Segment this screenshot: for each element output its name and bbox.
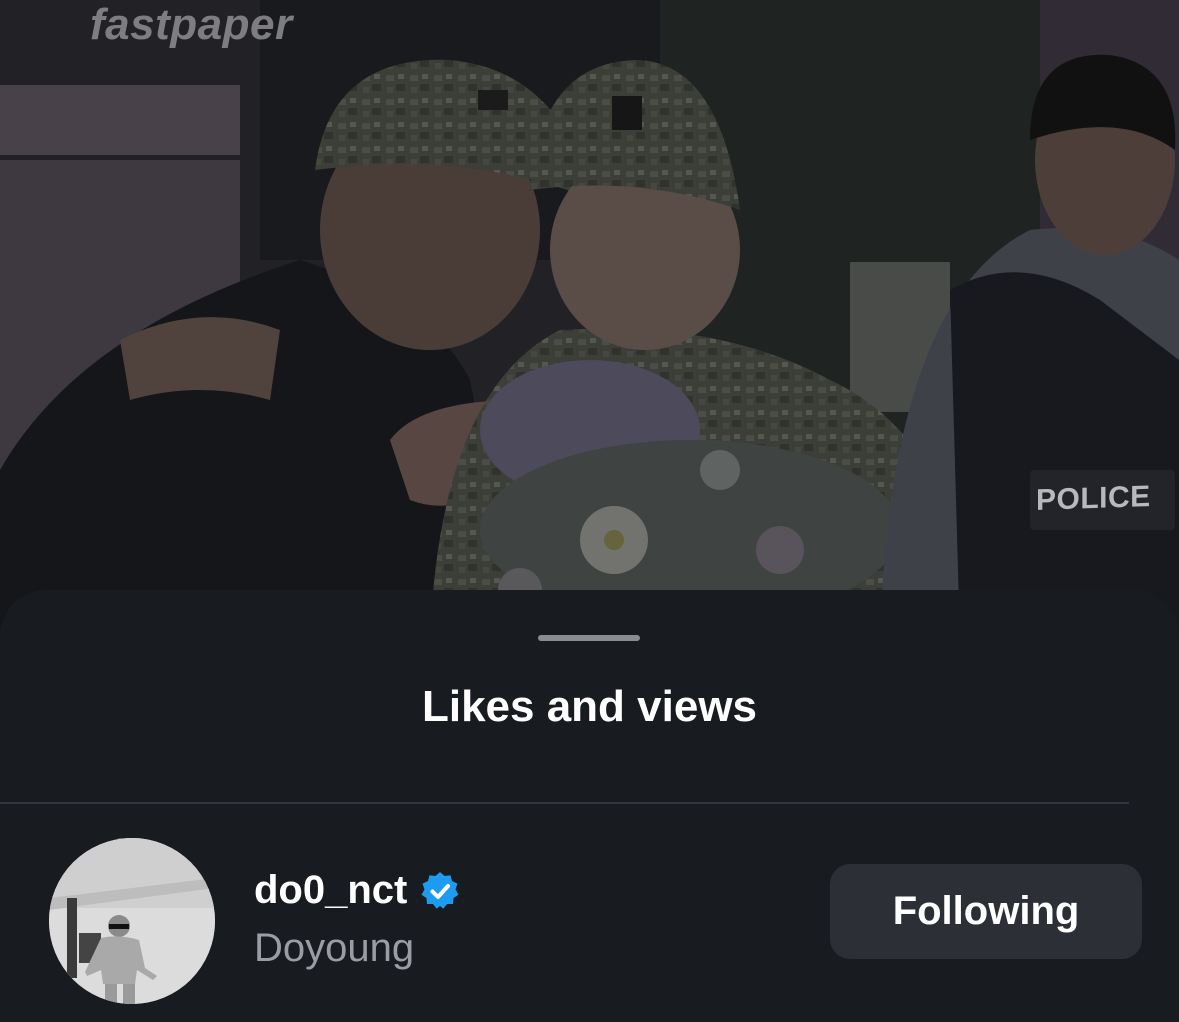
likes-views-sheet: Likes and views do0_nct Doyoung Followin… xyxy=(0,590,1179,1022)
user-list-item[interactable]: do0_nct Doyoung Following xyxy=(0,828,1179,1004)
verified-badge-icon xyxy=(419,870,461,912)
avatar[interactable] xyxy=(49,838,215,1004)
avatar-image xyxy=(49,838,215,1004)
username-group[interactable]: do0_nct xyxy=(254,868,461,913)
sheet-grabber-handle[interactable] xyxy=(538,635,640,641)
background-photo: fastpaper POLICE xyxy=(0,0,1179,640)
watermark-text: fastpaper xyxy=(90,0,293,49)
sheet-title: Likes and views xyxy=(421,682,758,731)
following-button[interactable]: Following xyxy=(830,864,1142,959)
username[interactable]: do0_nct xyxy=(254,868,407,913)
photo-illustration xyxy=(0,0,1179,640)
divider xyxy=(0,802,1129,804)
display-name: Doyoung xyxy=(254,926,415,970)
police-vest-text: POLICE xyxy=(1036,479,1151,518)
